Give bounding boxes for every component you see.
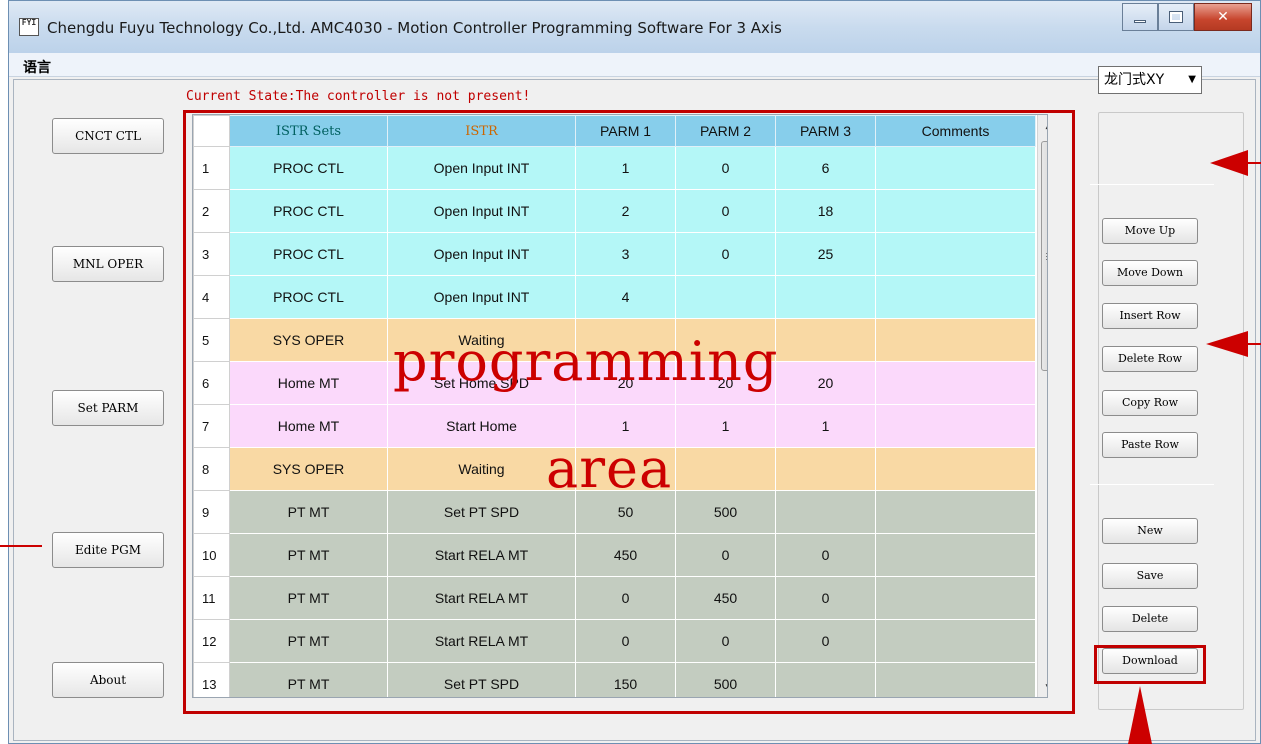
arrow-head-combo-icon bbox=[1210, 150, 1248, 176]
arrow-head-download-icon bbox=[1128, 686, 1152, 744]
arrow-head-rowbuttons-icon bbox=[1206, 331, 1248, 357]
annotation-arrows bbox=[0, 150, 1261, 744]
